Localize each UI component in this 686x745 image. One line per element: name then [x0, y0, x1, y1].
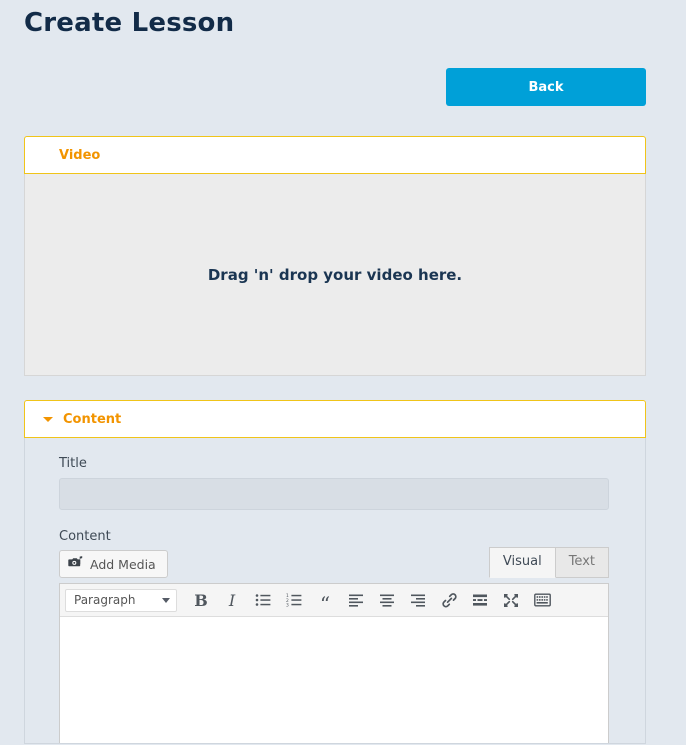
- create-lesson-page: Create Lesson Back Video Drag 'n' drop y…: [0, 0, 686, 745]
- blockquote-icon[interactable]: “: [310, 587, 340, 613]
- align-left-icon[interactable]: [341, 587, 371, 613]
- italic-icon[interactable]: I: [217, 587, 247, 613]
- editor-media-row: Add Media Visual Text: [59, 550, 609, 578]
- blockquote-icon-label: “: [320, 594, 330, 614]
- video-dropzone-label: Drag 'n' drop your video here.: [208, 266, 462, 284]
- back-button-label: Back: [528, 80, 563, 95]
- svg-text:3: 3: [286, 602, 289, 607]
- format-select[interactable]: Paragraph: [65, 589, 177, 612]
- editor-box: Paragraph B I: [59, 583, 609, 744]
- add-media-label: Add Media: [90, 557, 156, 572]
- video-panel: Video Drag 'n' drop your video here.: [24, 136, 646, 376]
- content-panel-header[interactable]: Content: [24, 400, 646, 438]
- add-media-icon: [68, 556, 83, 573]
- video-panel-title: Video: [59, 148, 100, 163]
- video-dropzone[interactable]: Drag 'n' drop your video here.: [24, 174, 646, 376]
- italic-icon-label: I: [229, 591, 235, 610]
- add-media-button[interactable]: Add Media: [59, 550, 168, 578]
- title-input[interactable]: [59, 478, 609, 510]
- content-panel: Content Title Content: [24, 400, 646, 744]
- fullscreen-icon[interactable]: [496, 587, 526, 613]
- numbered-list-icon[interactable]: 1 2 3: [279, 587, 309, 613]
- toolbar-toggle-icon[interactable]: [527, 587, 557, 613]
- content-panel-body: Title Content: [24, 438, 646, 744]
- tab-visual[interactable]: Visual: [489, 547, 556, 578]
- bold-icon-label: B: [194, 591, 208, 610]
- editor-body[interactable]: [60, 617, 608, 744]
- chevron-down-icon[interactable]: [43, 417, 53, 422]
- content-panel-title: Content: [63, 412, 121, 427]
- bold-icon[interactable]: B: [186, 587, 216, 613]
- chevron-down-icon: [162, 598, 170, 603]
- read-more-icon[interactable]: [465, 587, 495, 613]
- tab-text[interactable]: Text: [556, 547, 609, 578]
- content-editor: Add Media Visual Text Paragr: [59, 550, 609, 744]
- align-right-icon[interactable]: [403, 587, 433, 613]
- tab-visual-label: Visual: [503, 554, 542, 569]
- format-select-value: Paragraph: [74, 593, 135, 607]
- page-title: Create Lesson: [24, 8, 234, 38]
- title-field-label: Title: [59, 456, 611, 471]
- bulleted-list-icon[interactable]: [248, 587, 278, 613]
- editor-tabs: Visual Text: [489, 547, 609, 578]
- content-field-label: Content: [59, 529, 611, 544]
- back-button[interactable]: Back: [446, 68, 646, 106]
- video-panel-header[interactable]: Video: [24, 136, 646, 174]
- tab-text-label: Text: [569, 554, 595, 569]
- align-center-icon[interactable]: [372, 587, 402, 613]
- editor-toolbar: Paragraph B I: [60, 584, 608, 617]
- link-icon[interactable]: [434, 587, 464, 613]
